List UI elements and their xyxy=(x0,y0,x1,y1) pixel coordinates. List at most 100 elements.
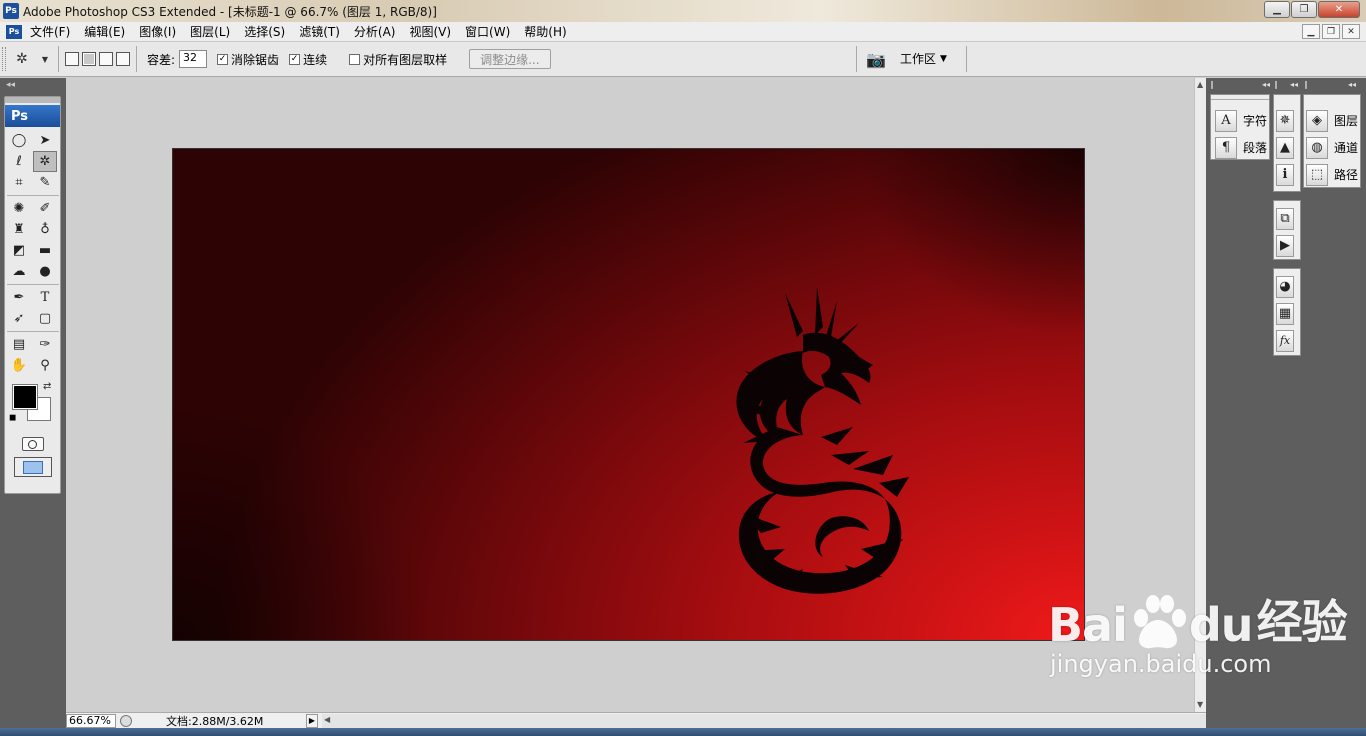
slice-icon[interactable]: ✎ xyxy=(33,172,57,193)
zoom-level-field[interactable]: 66.67% xyxy=(66,713,116,728)
tolerance-input[interactable]: 32 xyxy=(179,50,208,68)
collapse-left-icon[interactable]: ◂◂ xyxy=(6,80,15,90)
new-selection-button[interactable] xyxy=(65,52,79,66)
elliptical-marquee-icon[interactable]: ◯ xyxy=(7,130,31,151)
status-menu-arrow-icon[interactable]: ▶ xyxy=(306,713,318,728)
channels-panel-button[interactable]: ◍ 通道 xyxy=(1304,134,1360,161)
dock-grip-icon[interactable]: ∥ xyxy=(1304,80,1308,89)
collapse-panels-icon[interactable]: ◂◂ xyxy=(1262,80,1270,89)
screen-mode-button[interactable] xyxy=(13,457,52,477)
horizontal-scrollbar[interactable]: ◀ xyxy=(322,713,1206,728)
actions-panel-button[interactable]: ▶ xyxy=(1274,232,1300,259)
navigator-panel-button[interactable]: ✵ xyxy=(1274,107,1300,134)
tool-preset-picker[interactable]: ✲ ▼ xyxy=(12,47,52,71)
paths-icon: ⬚ xyxy=(1306,163,1328,186)
dodge-icon[interactable]: ● xyxy=(33,261,57,282)
minimize-button[interactable]: ▁ xyxy=(1264,1,1290,18)
menu-window[interactable]: 窗口(W) xyxy=(465,23,510,40)
doc-restore-button[interactable]: ❐ xyxy=(1322,24,1340,39)
toolbox-grip[interactable] xyxy=(5,97,60,103)
document-icon[interactable]: Ps xyxy=(6,24,22,39)
sample-all-layers-checkbox[interactable]: 对所有图层取样 xyxy=(349,51,447,68)
bridge-icon[interactable]: 📷 xyxy=(862,47,890,71)
layers-panel-button[interactable]: ◈ 图层 xyxy=(1304,107,1360,134)
channels-icon: ◍ xyxy=(1306,136,1328,159)
paragraph-panel-button[interactable]: ¶ 段落 xyxy=(1211,134,1269,161)
scroll-up-icon[interactable]: ▲ xyxy=(1197,80,1203,89)
menu-select[interactable]: 选择(S) xyxy=(244,23,285,40)
toolbox: Ps ◯ ➤ ℓ ✲ ⌗ ✎ ✺ ✐ ♜ ♁ ◩ ▬ ☁ ● ✒ T ➶ ▢ ▤… xyxy=(4,96,61,494)
notes-icon[interactable]: ▤ xyxy=(7,334,31,355)
history-brush-icon[interactable]: ♁ xyxy=(33,219,57,240)
default-colors-icon[interactable]: ◼ xyxy=(9,413,16,423)
info-panel-button[interactable]: i xyxy=(1274,161,1300,188)
blur-icon[interactable]: ☁ xyxy=(7,261,31,282)
photoshop-logo[interactable]: Ps xyxy=(5,105,60,127)
rectangle-shape-icon[interactable]: ▢ xyxy=(33,308,57,329)
zoom-icon[interactable]: ⚲ xyxy=(33,355,57,376)
paths-panel-button[interactable]: ⬚ 路径 xyxy=(1304,161,1360,188)
spot-healing-icon[interactable]: ✺ xyxy=(7,198,31,219)
swap-colors-icon[interactable]: ⇄ xyxy=(43,381,51,392)
menu-filter[interactable]: 滤镜(T) xyxy=(299,23,340,40)
tool-divider xyxy=(7,284,59,285)
menu-view[interactable]: 视图(V) xyxy=(409,23,451,40)
dock-grip-icon[interactable]: ∥ xyxy=(1274,80,1278,89)
move-tool-icon[interactable]: ➤ xyxy=(33,130,57,151)
menu-analysis[interactable]: 分析(A) xyxy=(354,23,396,40)
collapse-panels-icon[interactable]: ◂◂ xyxy=(1290,80,1298,89)
panel-group-header xyxy=(1211,99,1269,109)
close-button[interactable]: ✕ xyxy=(1318,1,1360,18)
eraser-icon[interactable]: ◩ xyxy=(7,240,31,261)
history-panel-button[interactable]: ⧉ xyxy=(1274,205,1300,232)
character-panel-label: 字符 xyxy=(1243,114,1268,128)
dragon-artwork xyxy=(736,287,909,594)
intersect-selection-button[interactable] xyxy=(116,52,130,66)
crop-icon[interactable]: ⌗ xyxy=(7,172,31,193)
pen-icon[interactable]: ✒ xyxy=(7,287,31,308)
contiguous-checkbox[interactable]: ✓ 连续 xyxy=(289,51,327,68)
brush-icon[interactable]: ✐ xyxy=(33,198,57,219)
clone-stamp-icon[interactable]: ♜ xyxy=(7,219,31,240)
menu-layer[interactable]: 图层(L) xyxy=(190,23,230,40)
document-canvas[interactable] xyxy=(172,148,1085,641)
foreground-color-swatch[interactable] xyxy=(12,384,38,410)
hand-icon[interactable]: ✋ xyxy=(7,355,31,376)
antialias-checkbox[interactable]: ✓ 消除锯齿 xyxy=(217,51,279,68)
menu-help[interactable]: 帮助(H) xyxy=(524,23,566,40)
path-selection-icon[interactable]: ➶ xyxy=(7,308,31,329)
maximize-button[interactable]: ❐ xyxy=(1291,1,1317,18)
subtract-from-selection-button[interactable] xyxy=(99,52,113,66)
workspace-menu[interactable]: 工作区 ▼ xyxy=(900,50,947,67)
lasso-icon[interactable]: ℓ xyxy=(7,151,31,172)
document-size-info: 文档:2.88M/3.62M xyxy=(166,714,264,728)
options-divider xyxy=(856,46,857,72)
styles-panel-button[interactable]: fx xyxy=(1274,327,1300,354)
type-icon[interactable]: T xyxy=(33,287,57,308)
scroll-left-icon[interactable]: ◀ xyxy=(324,715,330,724)
gradient-icon[interactable]: ▬ xyxy=(33,240,57,261)
swatches-panel-button[interactable]: ▦ xyxy=(1274,300,1300,327)
collapse-panels-icon[interactable]: ◂◂ xyxy=(1348,80,1356,89)
options-bar-grip[interactable] xyxy=(2,47,6,71)
options-divider xyxy=(58,46,59,72)
eyedropper-icon[interactable]: ✑ xyxy=(33,334,57,355)
refine-edge-button[interactable]: 调整边缘... xyxy=(469,49,551,69)
doc-close-button[interactable]: ✕ xyxy=(1342,24,1360,39)
doc-minimize-button[interactable]: ▁ xyxy=(1302,24,1320,39)
histogram-panel-button[interactable]: ▲ xyxy=(1274,134,1300,161)
menu-file[interactable]: 文件(F) xyxy=(30,23,70,40)
actions-play-icon: ▶ xyxy=(1276,234,1294,257)
scroll-down-icon[interactable]: ▼ xyxy=(1197,700,1203,709)
dock-grip-icon[interactable]: ∥ xyxy=(1210,80,1214,89)
add-to-selection-button[interactable] xyxy=(82,52,96,66)
magic-wand-icon[interactable]: ✲ xyxy=(33,151,57,172)
character-panel-button[interactable]: A 字符 xyxy=(1211,107,1269,134)
options-bar: ✲ ▼ 容差: 32 ✓ 消除锯齿 ✓ 连续 对所有图层取样 调整边缘... 📷… xyxy=(0,42,1366,77)
menu-image[interactable]: 图像(I) xyxy=(139,23,176,40)
color-panel-button[interactable]: ◕ xyxy=(1274,273,1300,300)
vertical-scrollbar[interactable]: ▲ ▼ xyxy=(1194,78,1206,714)
status-info-icon[interactable] xyxy=(120,714,132,727)
quick-mask-button[interactable] xyxy=(21,437,44,451)
menu-edit[interactable]: 编辑(E) xyxy=(84,23,125,40)
